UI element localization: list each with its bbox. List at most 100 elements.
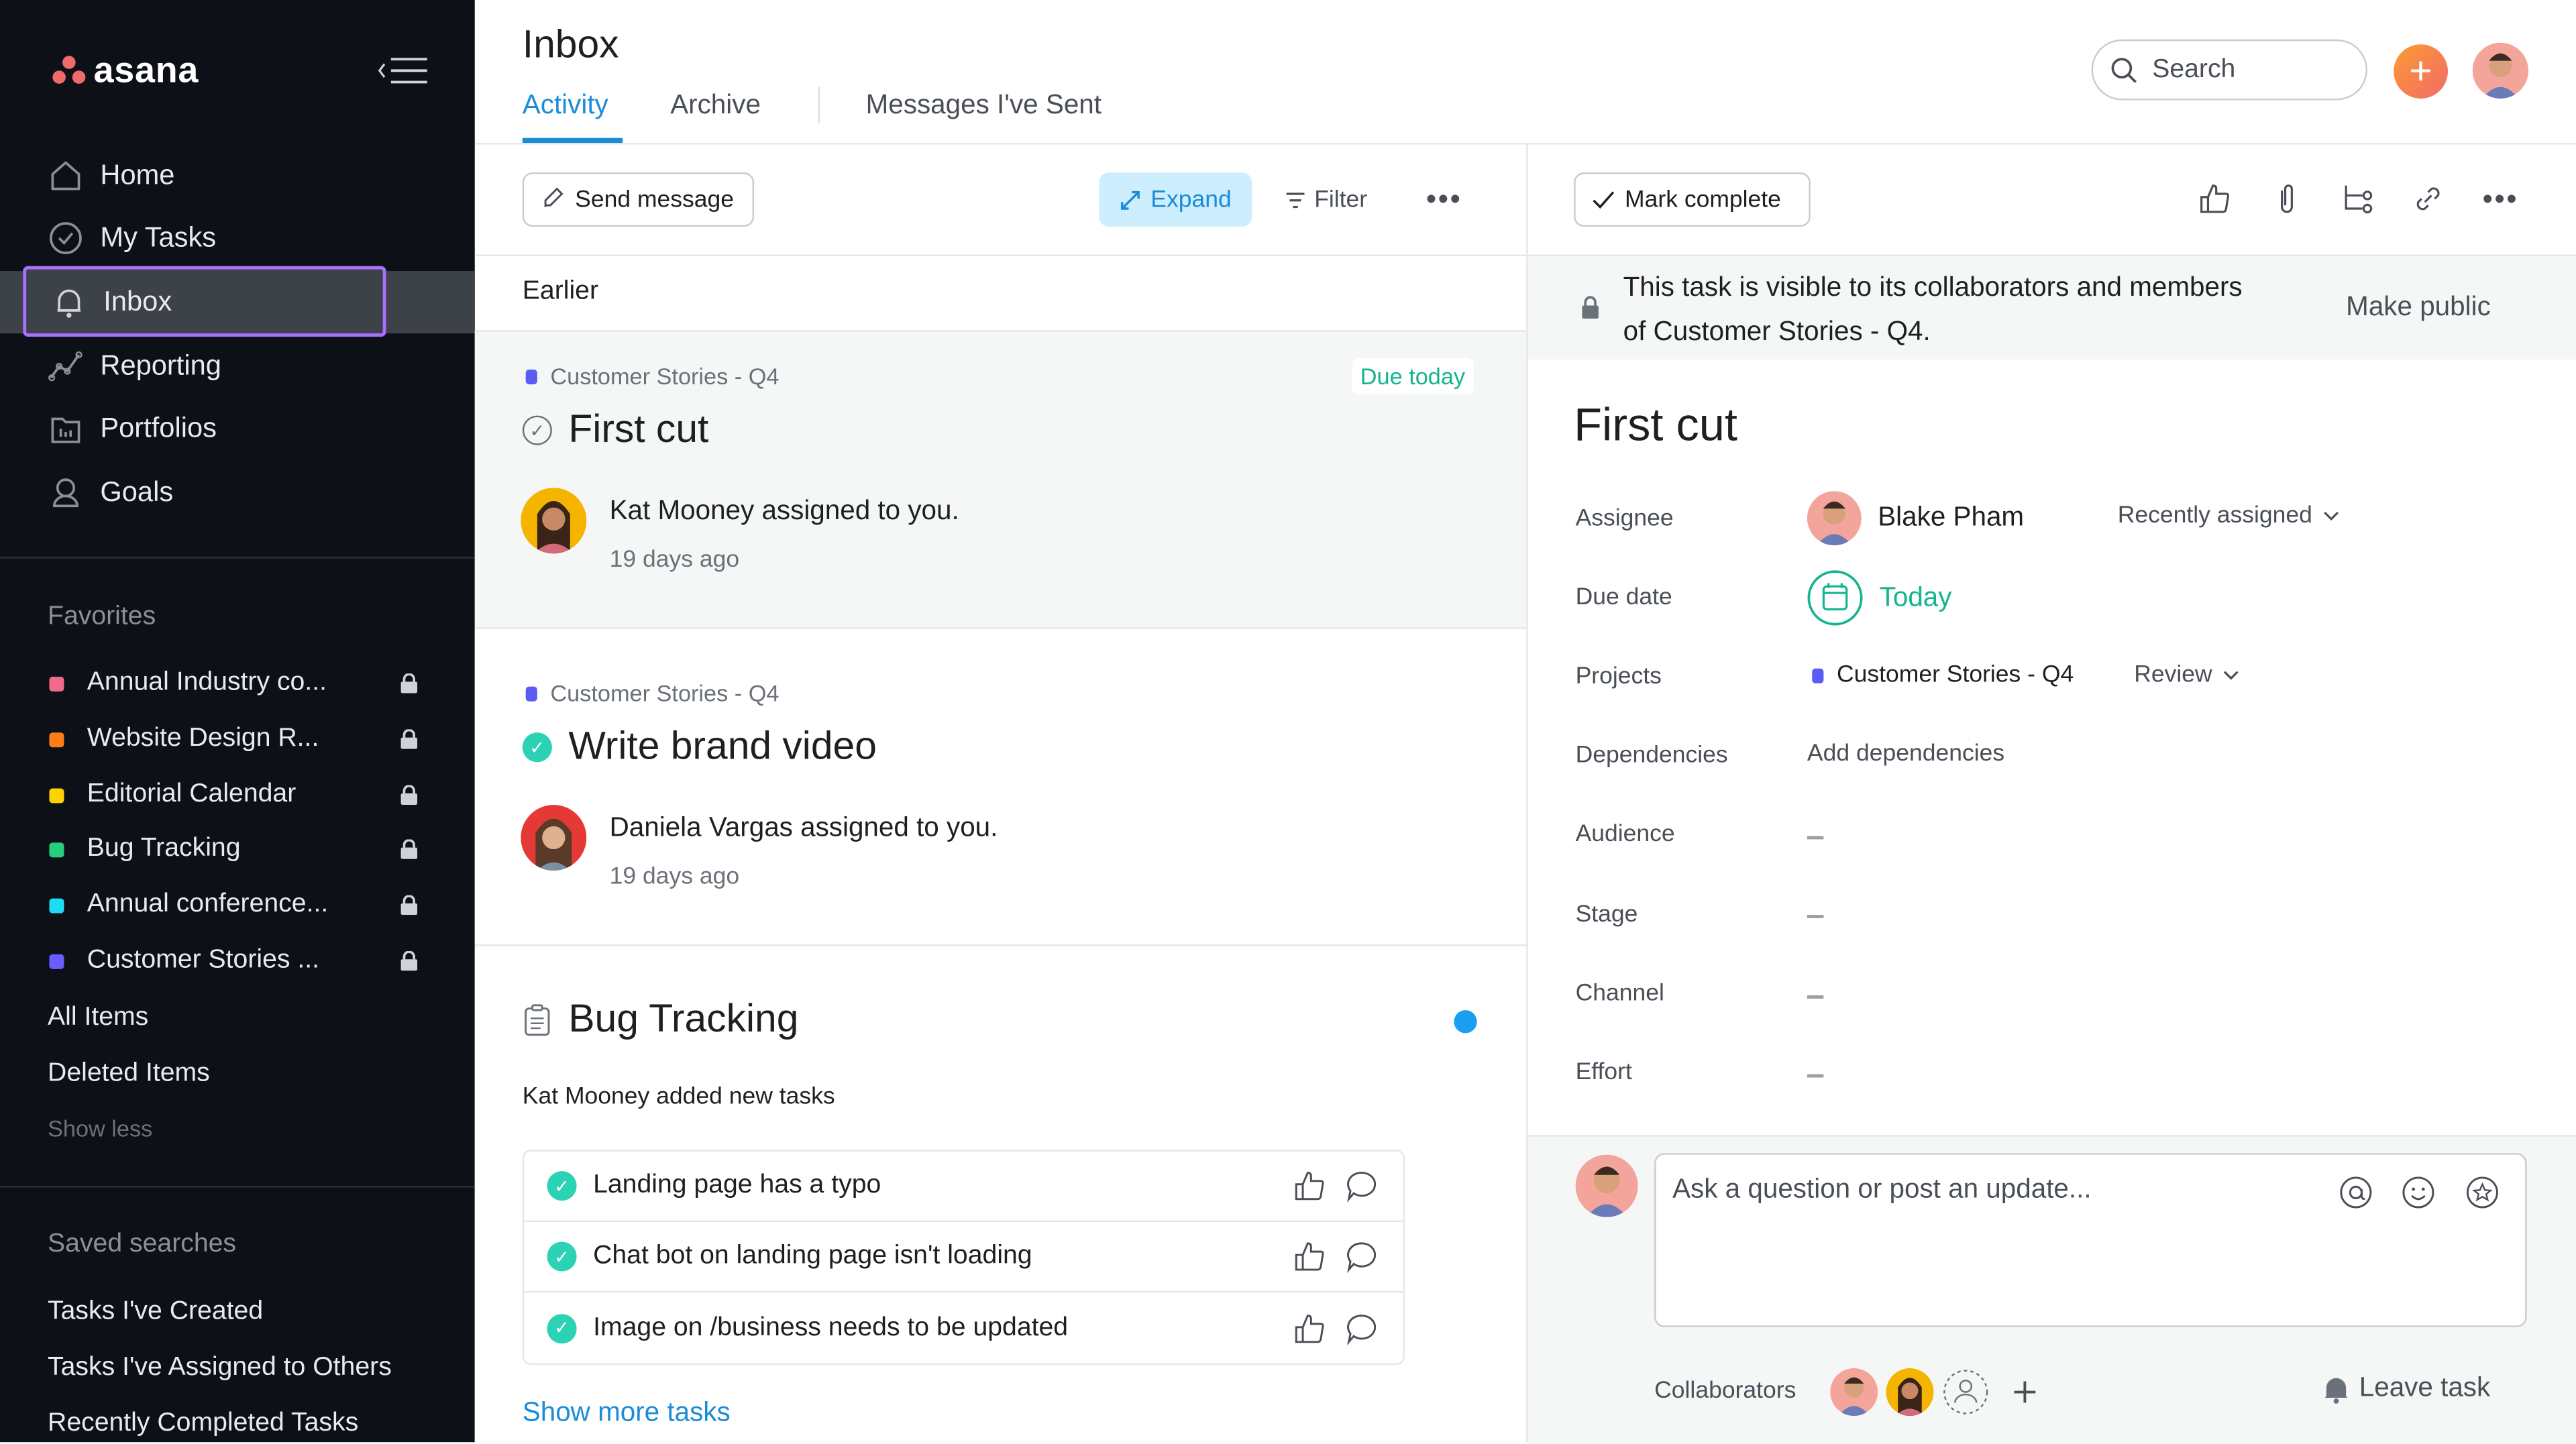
user-avatar[interactable]: [2472, 42, 2529, 99]
send-message-button[interactable]: Send message: [522, 172, 755, 227]
task-title[interactable]: ✓ First cut: [522, 407, 709, 453]
channel-empty-value[interactable]: [1807, 995, 1824, 998]
task-row[interactable]: ✓ Landing page has a typo: [524, 1152, 1403, 1223]
favorite-project-item[interactable]: Annual conference...: [49, 882, 435, 928]
collaborator-avatar[interactable]: [1886, 1368, 1934, 1417]
goals-icon: [52, 478, 78, 508]
completed-check-icon[interactable]: ✓: [547, 1313, 577, 1343]
task-title[interactable]: ✓ Write brand video: [522, 724, 877, 771]
comment-placeholder[interactable]: Ask a question or post an update...: [1672, 1174, 2092, 1206]
link-icon[interactable]: [2410, 180, 2447, 217]
saved-search-item[interactable]: Tasks I've Created: [48, 1298, 263, 1327]
sidebar-item-label: Goals: [100, 476, 174, 508]
saved-search-item[interactable]: Recently Completed Tasks: [48, 1409, 358, 1439]
favorite-project-item[interactable]: Bug Tracking: [49, 826, 435, 873]
like-icon[interactable]: [2196, 180, 2233, 217]
task-detail-title[interactable]: First cut: [1574, 399, 1737, 451]
tab-archive[interactable]: Archive: [670, 91, 761, 122]
favorite-project-item[interactable]: Website Design R...: [49, 716, 435, 763]
lock-icon: [400, 839, 418, 859]
quick-add-button[interactable]: +: [2394, 44, 2449, 99]
avatar-kat-mooney[interactable]: [521, 488, 587, 554]
effort-empty-value[interactable]: [1807, 1074, 1824, 1077]
task-name: Landing page has a typo: [593, 1171, 881, 1199]
add-collaborator-icon[interactable]: [1942, 1368, 1990, 1416]
sidebar-item-inbox[interactable]: Inbox: [23, 266, 386, 337]
leave-task-button[interactable]: Leave task: [2323, 1373, 2490, 1404]
collapse-sidebar-button[interactable]: [378, 54, 430, 87]
favorites-heading: Favorites: [48, 602, 156, 631]
mention-icon[interactable]: [2338, 1174, 2374, 1211]
subtask-icon[interactable]: [2339, 180, 2375, 217]
attachment-icon[interactable]: [2269, 180, 2305, 217]
avatar-woman-icon: [1886, 1368, 1934, 1417]
inbox-more-button[interactable]: •••: [1426, 172, 1462, 227]
task-row[interactable]: ✓ Chat bot on landing page isn't loading: [524, 1222, 1403, 1293]
sidebar-item-goals[interactable]: Goals: [23, 461, 386, 524]
deleted-items-link[interactable]: Deleted Items: [48, 1060, 210, 1089]
saved-search-item[interactable]: Tasks I've Assigned to Others: [48, 1353, 392, 1383]
chevron-down-icon: [2322, 511, 2338, 521]
collaborator-avatar[interactable]: [1830, 1368, 1878, 1417]
project-color-dot: [525, 685, 537, 701]
favorite-project-item[interactable]: Annual Industry co...: [49, 660, 435, 706]
lock-icon: [400, 895, 418, 915]
mark-complete-button[interactable]: Mark complete: [1574, 172, 1811, 227]
filter-button[interactable]: Filter: [1285, 172, 1367, 227]
story-timestamp: 19 days ago: [609, 864, 740, 891]
add-dependencies-button[interactable]: Add dependencies: [1807, 740, 2004, 767]
tab-messages-sent[interactable]: Messages I've Sent: [866, 91, 1102, 122]
sidebar-item-my-tasks[interactable]: My Tasks: [23, 207, 386, 270]
comment-icon[interactable]: [1344, 1310, 1380, 1346]
project-section-dropdown[interactable]: Review: [2134, 662, 2239, 688]
assignee-section-dropdown[interactable]: Recently assigned: [2118, 502, 2339, 529]
avatar-man-icon: [1830, 1368, 1878, 1417]
completed-check-icon[interactable]: ✓: [547, 1171, 577, 1201]
task-more-button[interactable]: •••: [2482, 172, 2518, 227]
project-label[interactable]: Customer Stories - Q4: [525, 363, 779, 389]
favorite-project-item[interactable]: Editorial Calendar: [49, 772, 435, 818]
audience-empty-value[interactable]: [1807, 836, 1824, 839]
lock-icon: [400, 950, 418, 971]
plus-icon[interactable]: [2012, 1380, 2037, 1404]
show-more-tasks-link[interactable]: Show more tasks: [523, 1398, 731, 1429]
assignee-field[interactable]: Blake Pham: [1807, 491, 2024, 546]
make-public-button[interactable]: Make public: [2346, 292, 2491, 324]
expand-arrows-icon: [1121, 190, 1140, 209]
sidebar-item-portfolios[interactable]: Portfolios: [23, 398, 386, 460]
stage-empty-value[interactable]: [1807, 915, 1824, 918]
task-row[interactable]: ✓ Image on /business needs to be updated: [524, 1292, 1403, 1363]
avatar-daniela-vargas[interactable]: [521, 805, 587, 871]
like-icon[interactable]: [1291, 1239, 1328, 1275]
portfolio-icon: [51, 417, 80, 443]
like-icon[interactable]: [1291, 1168, 1328, 1204]
more-icon: •••: [2482, 182, 2519, 215]
completed-check-icon[interactable]: ✓: [547, 1241, 577, 1272]
like-icon[interactable]: [1291, 1310, 1328, 1346]
sidebar-item-reporting[interactable]: Reporting: [23, 335, 386, 398]
search-input[interactable]: Search: [2091, 39, 2368, 101]
sidebar-item-home[interactable]: Home: [23, 145, 386, 207]
active-tab-indicator: [522, 137, 623, 144]
appreciation-star-icon[interactable]: [2464, 1174, 2500, 1211]
unread-indicator[interactable]: [1454, 1010, 1477, 1034]
incomplete-check-icon[interactable]: ✓: [522, 415, 552, 445]
tab-activity[interactable]: Activity: [523, 91, 608, 122]
project-label[interactable]: Customer Stories - Q4: [525, 679, 780, 707]
project-field[interactable]: Customer Stories - Q4: [1812, 662, 2074, 688]
inbox-item[interactable]: [474, 628, 1527, 946]
completed-check-icon[interactable]: ✓: [522, 732, 552, 763]
comment-icon[interactable]: [1344, 1239, 1380, 1275]
emoji-icon[interactable]: [2400, 1174, 2436, 1211]
show-less-link[interactable]: Show less: [48, 1115, 152, 1142]
favorite-project-item[interactable]: Customer Stories ...: [49, 938, 435, 984]
comment-icon[interactable]: [1344, 1168, 1380, 1204]
project-update-title[interactable]: Bug Tracking: [523, 997, 798, 1044]
asana-logo[interactable]: asana: [52, 49, 199, 92]
task-title-text: First cut: [568, 407, 709, 452]
all-items-link[interactable]: All Items: [48, 1003, 148, 1033]
expand-button[interactable]: Expand: [1099, 172, 1252, 227]
project-name: Customer Stories - Q4: [550, 679, 780, 707]
due-date-field[interactable]: Today: [1807, 570, 1951, 626]
channel-label: Channel: [1575, 981, 1664, 1007]
